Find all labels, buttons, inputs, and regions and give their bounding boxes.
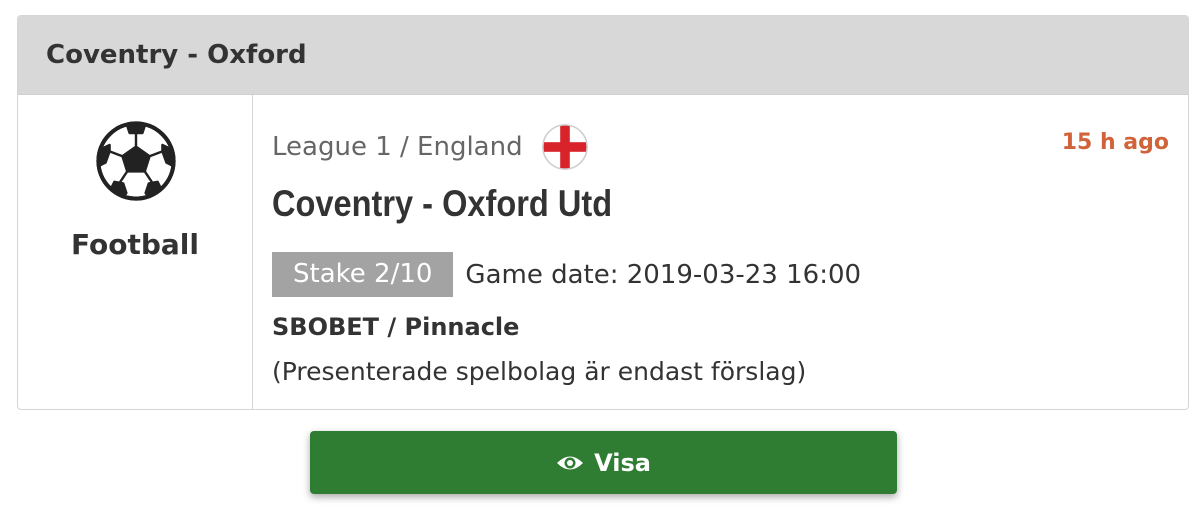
tip-card: Coventry - Oxford Football League 1 / En… — [17, 15, 1189, 410]
card-body: Football League 1 / England 15 h ago Cov… — [18, 95, 1188, 409]
disclaimer: (Presenterade spelbolag är endast försla… — [272, 357, 807, 386]
sport-column: Football — [18, 95, 253, 409]
league-name: League 1 / England — [272, 132, 523, 162]
time-ago: 15 h ago — [1061, 130, 1169, 155]
card-header: Coventry - Oxford — [18, 16, 1188, 95]
sport-label: Football — [71, 228, 199, 261]
bookmakers: SBOBET / Pinnacle — [272, 313, 520, 341]
match-title: Coventry - Oxford Utd — [272, 183, 613, 224]
match-info: League 1 / England 15 h ago Coventry - O… — [253, 95, 1188, 409]
soccer-ball-icon — [96, 121, 176, 201]
stake-badge: Stake 2/10 — [272, 252, 454, 297]
visa-button[interactable]: Visa — [310, 431, 897, 494]
england-flag-icon — [541, 124, 588, 170]
game-date: Game date: 2019-03-23 16:00 — [465, 259, 862, 290]
league-row: League 1 / England — [272, 123, 589, 171]
card-title: Coventry - Oxford — [46, 40, 307, 70]
visa-button-label: Visa — [594, 448, 651, 477]
eye-icon — [557, 456, 584, 469]
stake-row: Stake 2/10 Game date: 2019-03-23 16:00 — [272, 252, 861, 297]
